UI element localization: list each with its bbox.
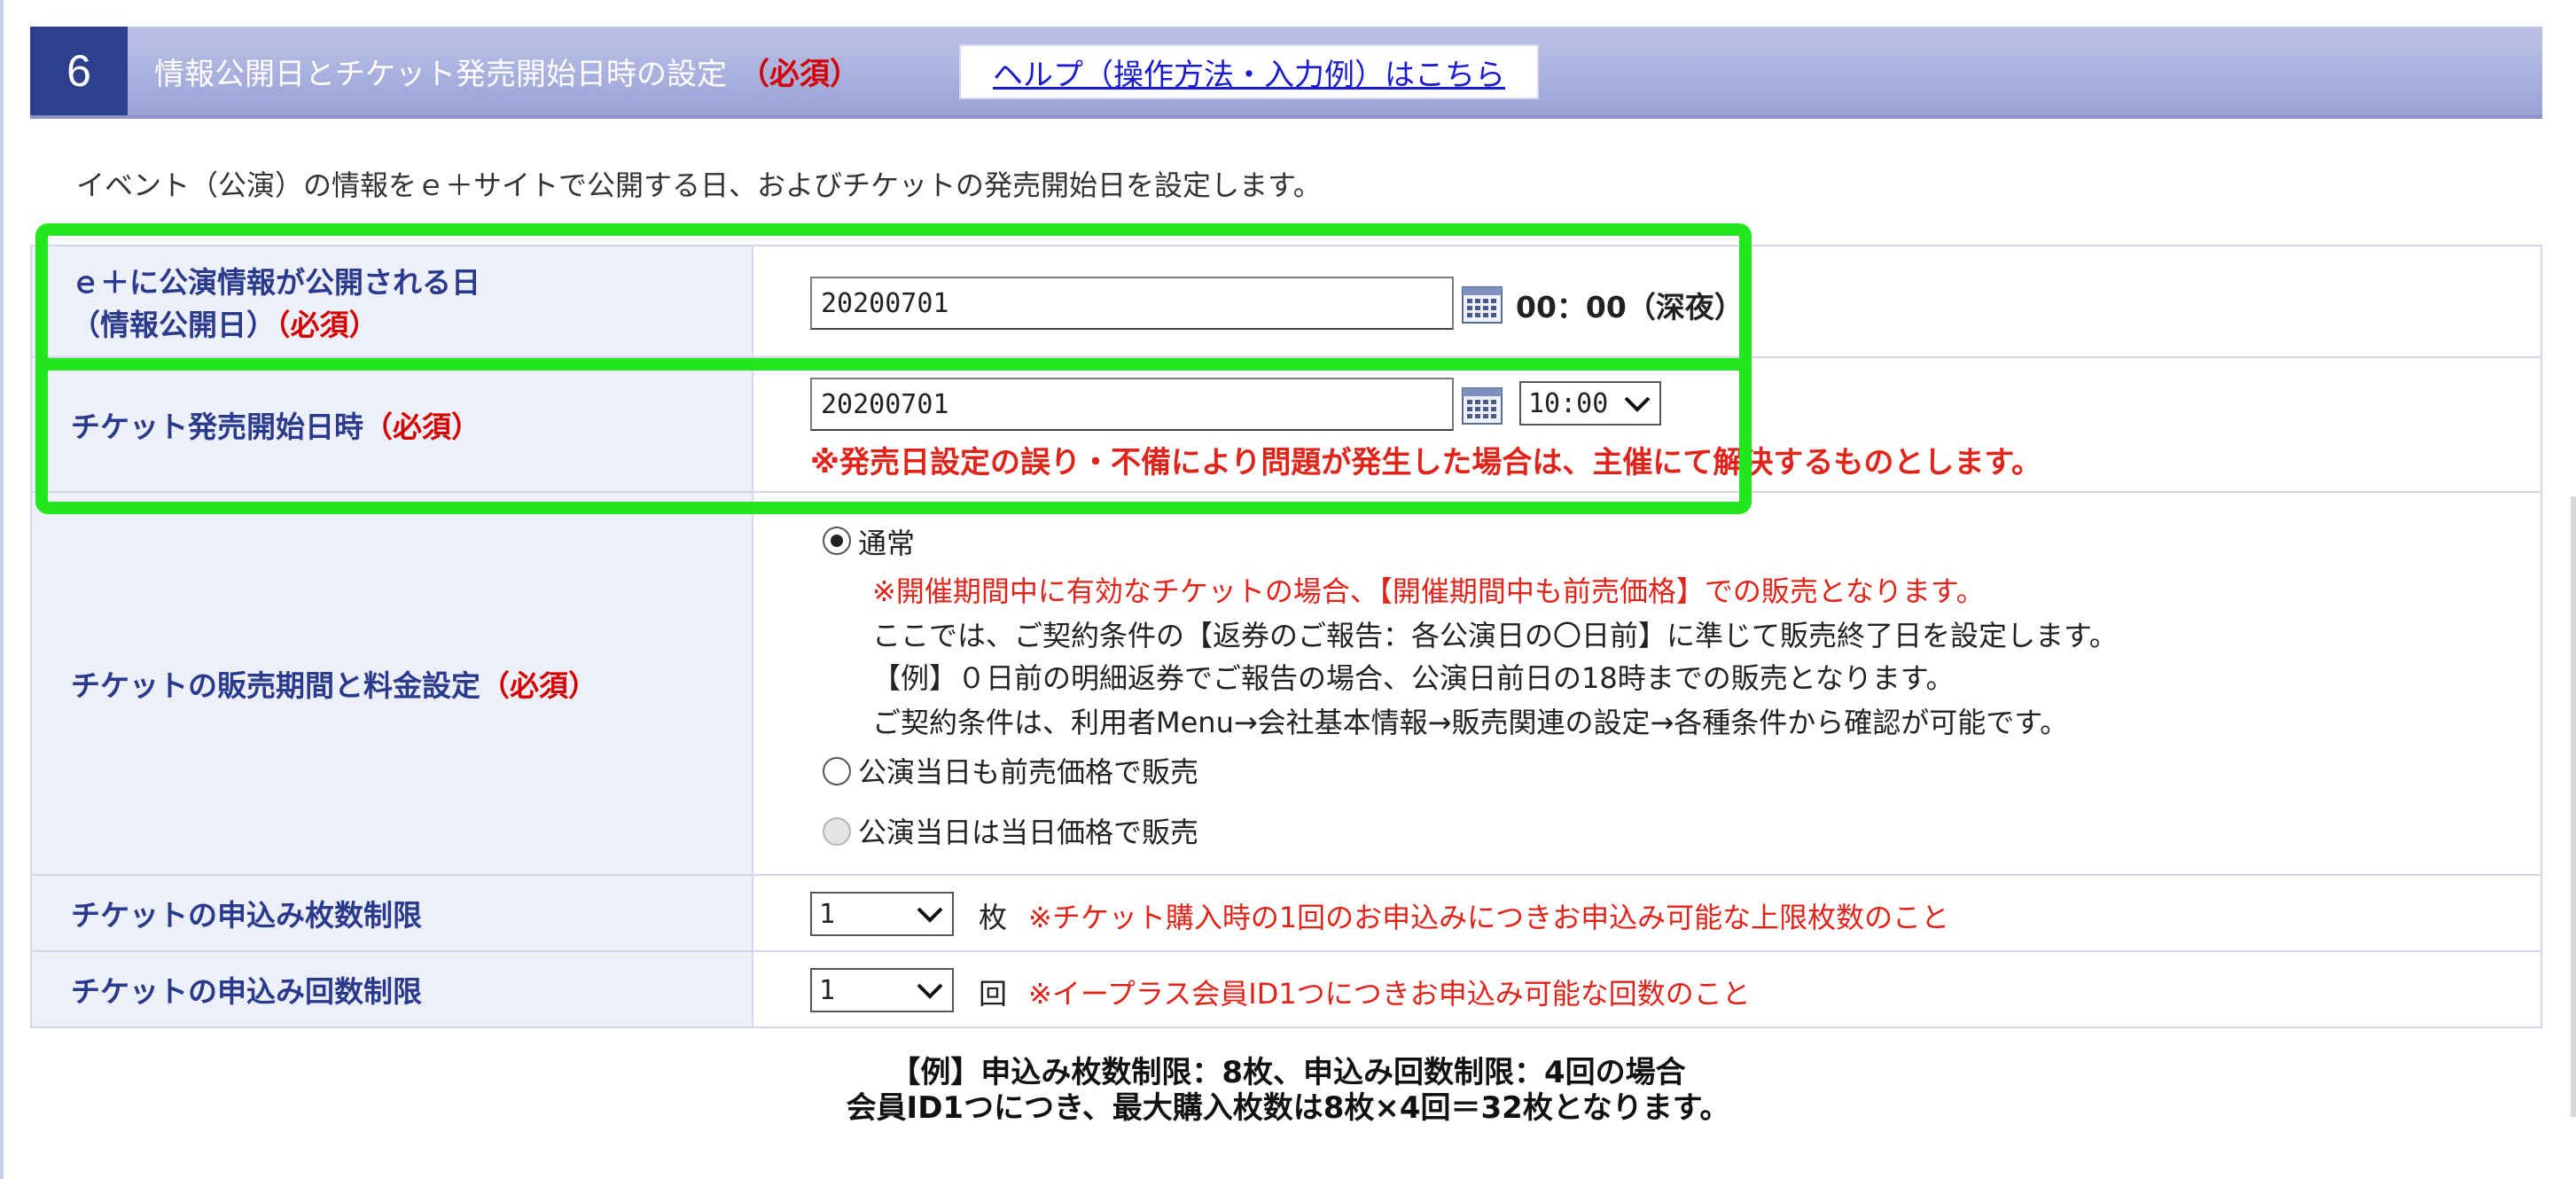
left-border <box>0 0 4 1179</box>
sale-start-warning: ※発売日設定の誤り・不備により問題が発生した場合は、主催にて解決するものとします… <box>810 445 2041 480</box>
sale-period-label-wrap: チケットの販売期間と料金設定（必須） <box>71 662 752 705</box>
sale-start-date-input[interactable]: 20200701 <box>810 378 1454 431</box>
sale-start-time-select[interactable]: 10:00 <box>1519 381 1661 426</box>
publish-date-value: 20200701 00：00（深夜） <box>753 246 2541 356</box>
count-limit-unit: 回 <box>979 977 1008 1011</box>
section-title-text: 情報公開日とチケット発売開始日時の設定 <box>154 57 727 92</box>
sale-start-time-value: 10:00 <box>1528 387 1609 419</box>
required-mark: （必須） <box>276 308 379 342</box>
required-mark: （必須） <box>363 410 480 444</box>
chevron-down-icon <box>917 907 943 923</box>
qty-limit-row: チケットの申込み枚数制限 1 枚 ※チケット購入時の1回のお申込みにつきお申込み… <box>30 876 2542 952</box>
qty-limit-label: チケットの申込み枚数制限 <box>32 876 753 950</box>
radio-advance-price[interactable] <box>823 757 851 785</box>
sale-period-row: チケットの販売期間と料金設定（必須） 通常 ※開催期間中に有効なチケットの場合、… <box>30 493 2542 876</box>
required-mark: （必須） <box>739 57 860 92</box>
qty-limit-select[interactable]: 1 <box>810 892 954 936</box>
help-link[interactable]: ヘルプ（操作方法・入力例）はこちら <box>959 44 1539 99</box>
calendar-icon[interactable] <box>1461 284 1503 324</box>
publish-label-line2: （情報公開日） <box>71 308 276 342</box>
scrollbar[interactable] <box>2571 496 2576 1117</box>
section-header: 6 情報公開日とチケット発売開始日時の設定 （必須） ヘルプ（操作方法・入力例）は… <box>30 27 2542 119</box>
radio-dayof-price[interactable] <box>823 817 851 846</box>
radio-normal[interactable] <box>823 527 851 555</box>
count-limit-note: ※イープラス会員ID1つにつきお申込み可能な回数のこと <box>1028 977 1751 1011</box>
qty-limit-note: ※チケット購入時の1回のお申込みにつきお申込み可能な上限枚数のこと <box>1028 901 1950 934</box>
section-number: 6 <box>30 27 128 115</box>
sale-start-label: チケット発売開始日時（必須） <box>32 358 753 491</box>
chevron-down-icon <box>917 983 943 999</box>
sale-start-label-wrap: チケット発売開始日時（必須） <box>71 403 752 446</box>
sale-start-label-text: チケット発売開始日時 <box>71 410 363 444</box>
intro-text: イベント（公演）の情報をｅ＋サイトで公開する日、およびチケットの発売開始日を設定… <box>76 168 1322 202</box>
count-limit-label: チケットの申込み回数制限 <box>32 952 753 1027</box>
option-advance-label: 公演当日も前売価格で販売 <box>858 755 1199 789</box>
count-limit-selected: 1 <box>819 974 836 1006</box>
required-mark: （必須） <box>480 668 597 703</box>
sale-period-label-text: チケットの販売期間と料金設定 <box>71 668 480 703</box>
sale-start-value: 20200701 10:00 ※発売日設定の誤り・不備により問題が発生した場合は… <box>753 358 2541 491</box>
publish-label-line1: ｅ＋に公演情報が公開される日 <box>71 265 480 300</box>
sale-period-note1: ここでは、ご契約条件の【返券のご報告：各公演日の〇日前】に準じて販売終了日を設定… <box>872 619 2118 652</box>
publish-time-text: 00：00（深夜） <box>1516 290 1744 324</box>
chevron-down-icon <box>1624 396 1651 412</box>
count-limit-row: チケットの申込み回数制限 1 回 ※イープラス会員ID1つにつきお申込み可能な回… <box>30 952 2542 1028</box>
example-line2: 会員ID1つにつき、最大購入枚数は8枚×4回＝32枚となります。 <box>846 1090 1730 1126</box>
publish-date-input[interactable]: 20200701 <box>810 277 1454 330</box>
option-dayof-label: 公演当日は当日価格で販売 <box>858 816 1199 849</box>
qty-limit-value: 1 枚 ※チケット購入時の1回のお申込みにつきお申込み可能な上限枚数のこと <box>753 876 2541 950</box>
sale-period-value: 通常 ※開催期間中に有効なチケットの場合、【開催期間中も前売価格】での販売となり… <box>753 493 2541 874</box>
section-title: 情報公開日とチケット発売開始日時の設定 （必須） <box>154 50 860 93</box>
qty-limit-unit: 枚 <box>979 901 1008 934</box>
highlight-divider <box>35 358 1752 371</box>
calendar-icon[interactable] <box>1461 385 1503 426</box>
publish-date-label: ｅ＋に公演情報が公開される日 （情報公開日）（必須） <box>32 246 753 356</box>
option-normal-label: 通常 <box>858 527 916 560</box>
sale-period-note3: ご契約条件は、利用者Menu→会社基本情報→販売関連の設定→各種条件から確認が可… <box>872 706 2069 739</box>
publish-label-line2-wrap: （情報公開日）（必須） <box>71 301 752 344</box>
qty-limit-selected: 1 <box>819 898 836 930</box>
count-limit-value: 1 回 ※イープラス会員ID1つにつきお申込み可能な回数のこと <box>753 952 2541 1027</box>
count-limit-select[interactable]: 1 <box>810 968 954 1012</box>
sale-start-row: チケット発売開始日時（必須） 20200701 10:00 ※発売日設定の誤り・… <box>30 358 2542 493</box>
publish-date-row: ｅ＋に公演情報が公開される日 （情報公開日）（必須） 20200701 00：0… <box>30 245 2542 358</box>
sale-period-note-red: ※開催期間中に有効なチケットの場合、【開催期間中も前売価格】での販売となります。 <box>872 574 1985 608</box>
sale-period-label: チケットの販売期間と料金設定（必須） <box>32 493 753 874</box>
sale-period-note2: 【例】０日前の明細返券でご報告の場合、公演日前日の18時までの販売となります。 <box>872 661 1955 695</box>
